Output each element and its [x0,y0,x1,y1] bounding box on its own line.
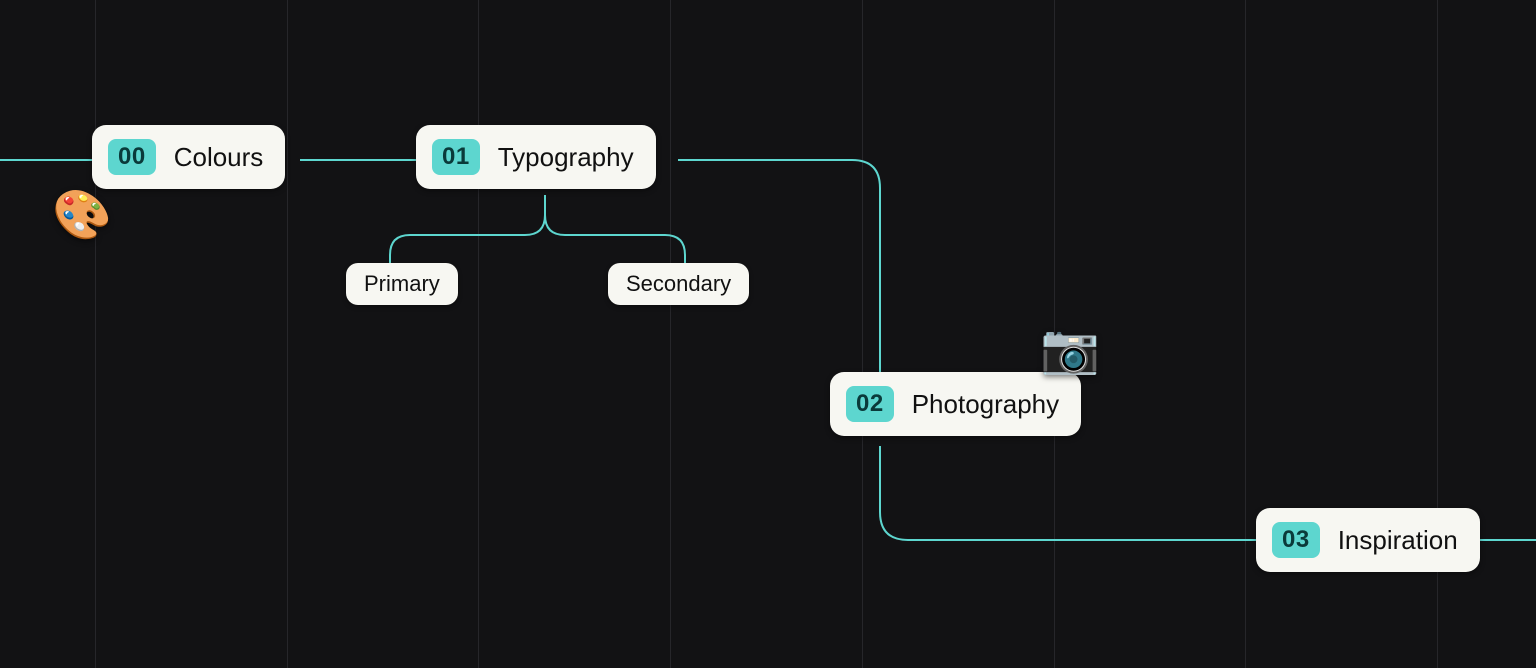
gridline [95,0,96,668]
gridline [670,0,671,668]
node-inspiration[interactable]: 03 Inspiration [1256,508,1480,572]
node-typography-badge: 01 [432,139,480,175]
child-primary[interactable]: Primary [346,263,458,305]
node-typography[interactable]: 01 Typography [416,125,656,189]
child-secondary[interactable]: Secondary [608,263,749,305]
gridline [1245,0,1246,668]
gridline [862,0,863,668]
node-photography-badge: 02 [846,386,894,422]
node-typography-label: Typography [498,142,634,173]
gridline [287,0,288,668]
gridline [478,0,479,668]
child-secondary-label: Secondary [626,271,731,296]
node-photography[interactable]: 02 Photography [830,372,1081,436]
node-inspiration-label: Inspiration [1338,525,1458,556]
node-colours[interactable]: 00 Colours [92,125,285,189]
palette-icon: 🎨 [52,192,112,240]
node-photography-label: Photography [912,389,1059,420]
camera-icon: 📷 [1040,326,1100,374]
diagram-canvas[interactable]: 00 Colours 🎨 01 Typography Primary Secon… [0,0,1536,668]
node-colours-label: Colours [174,142,264,173]
node-colours-badge: 00 [108,139,156,175]
child-primary-label: Primary [364,271,440,296]
node-inspiration-badge: 03 [1272,522,1320,558]
